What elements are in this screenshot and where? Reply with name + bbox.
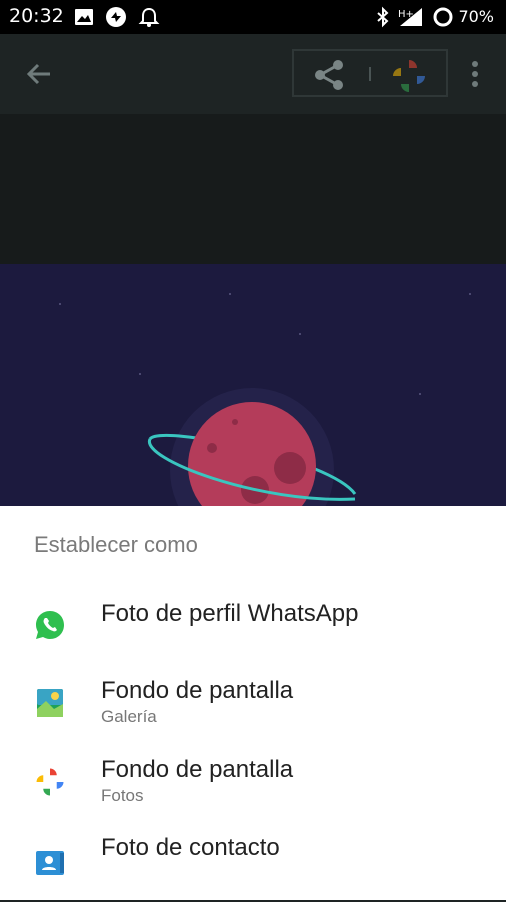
option-wallpaper-photos[interactable]: Fondo de pantalla Fotos — [0, 750, 506, 824]
contacts-icon — [34, 847, 66, 879]
option-label: Fondo de pantalla — [101, 756, 294, 783]
share-icon — [315, 60, 343, 90]
more-options-button[interactable] — [464, 54, 486, 94]
option-label: Foto de perfil WhatsApp — [101, 600, 359, 627]
option-wallpaper-gallery[interactable]: Fondo de pantalla Galería — [0, 671, 506, 745]
status-time: 20:32 — [9, 5, 64, 27]
arrow-back-icon — [26, 63, 50, 85]
option-sublabel: Fotos — [101, 786, 144, 805]
option-contact-photo[interactable]: Foto de contacto — [0, 828, 506, 902]
google-photos-button[interactable] — [390, 57, 428, 95]
bluetooth-icon — [372, 6, 394, 28]
action-group — [292, 49, 448, 97]
option-whatsapp-profile-photo[interactable]: Foto de perfil WhatsApp — [0, 592, 506, 666]
set-as-sheet: Establecer como Foto de perfil WhatsApp … — [0, 506, 506, 900]
option-label: Fondo de pantalla — [101, 677, 294, 704]
image-preview-top — [0, 114, 506, 264]
whatsapp-icon — [34, 609, 66, 641]
image-icon — [73, 6, 95, 28]
planet-illustration — [59, 293, 471, 506]
bell-icon — [138, 6, 160, 28]
back-button[interactable] — [20, 54, 60, 94]
signal-h-plus-icon: H+ — [398, 6, 424, 28]
option-sublabel: Galería — [101, 707, 157, 726]
battery-ring-icon — [432, 6, 454, 28]
sync-icon — [105, 6, 127, 28]
option-label: Foto de contacto — [101, 834, 280, 861]
svg-text:H+: H+ — [398, 9, 414, 20]
status-bar: 20:32 H+ 70% — [0, 0, 506, 34]
image-preview-space — [0, 264, 506, 506]
google-photos-icon — [393, 60, 425, 92]
action-divider — [369, 67, 371, 81]
app-bar — [0, 34, 506, 114]
google-photos-icon — [34, 766, 66, 798]
gallery-icon — [34, 687, 66, 719]
sheet-title: Establecer como — [34, 532, 198, 557]
more-vert-icon — [472, 61, 478, 87]
share-button[interactable] — [312, 57, 348, 93]
battery-percentage: 70% — [458, 7, 494, 26]
